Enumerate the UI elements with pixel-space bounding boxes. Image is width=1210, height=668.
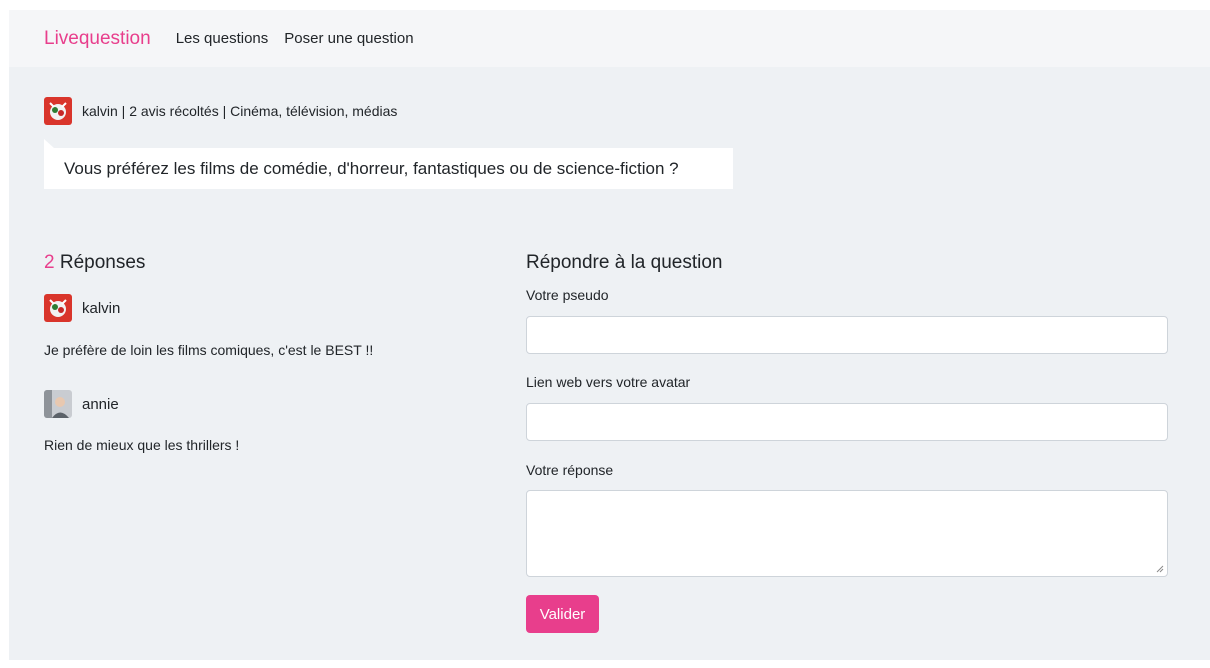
avatar-url-input[interactable] [526, 403, 1168, 441]
kalvin-avatar-icon [44, 294, 72, 322]
answer-author: kalvin [44, 294, 120, 322]
answer-author-name: kalvin [82, 299, 121, 317]
brand-link[interactable]: Livequestion [44, 28, 151, 50]
page-frame: Livequestion Les questions Poser une que… [9, 10, 1210, 660]
answer-author-name: annie [82, 395, 119, 413]
question-meta-text: kalvin | 2 avis récoltés | Cinéma, télév… [82, 103, 398, 119]
annie-avatar-photo [44, 390, 72, 418]
answer-text: Rien de mieux que les thrillers ! [44, 437, 240, 453]
answers-count: 2 [44, 252, 55, 273]
avatar-url-label: Lien web vers votre avatar [526, 374, 691, 390]
answer-label: Votre réponse [526, 462, 614, 478]
pseudo-input[interactable] [526, 316, 1168, 354]
nav-link-ask-question[interactable]: Poser une question [284, 30, 413, 47]
resize-grip-icon[interactable] [1156, 565, 1164, 573]
navbar: Livequestion Les questions Poser une que… [9, 10, 1210, 67]
answer-author: annie [44, 390, 119, 418]
submit-button[interactable]: Valider [526, 595, 599, 633]
answers-heading: 2 Réponses [44, 252, 145, 274]
question-text: Vous préférez les films de comédie, d'ho… [64, 158, 679, 178]
nav-link-questions[interactable]: Les questions [176, 30, 269, 47]
answers-title-label: Réponses [59, 252, 146, 273]
kalvin-avatar-icon [44, 97, 72, 125]
question-bubble: Vous préférez les films de comédie, d'ho… [44, 139, 733, 189]
answer-form-title: Répondre à la question [526, 252, 723, 273]
pseudo-label: Votre pseudo [526, 287, 609, 303]
question-meta: kalvin | 2 avis récoltés | Cinéma, télév… [44, 97, 397, 125]
answer-text: Je préfère de loin les films comiques, c… [44, 342, 374, 358]
answer-textarea[interactable] [526, 490, 1168, 577]
